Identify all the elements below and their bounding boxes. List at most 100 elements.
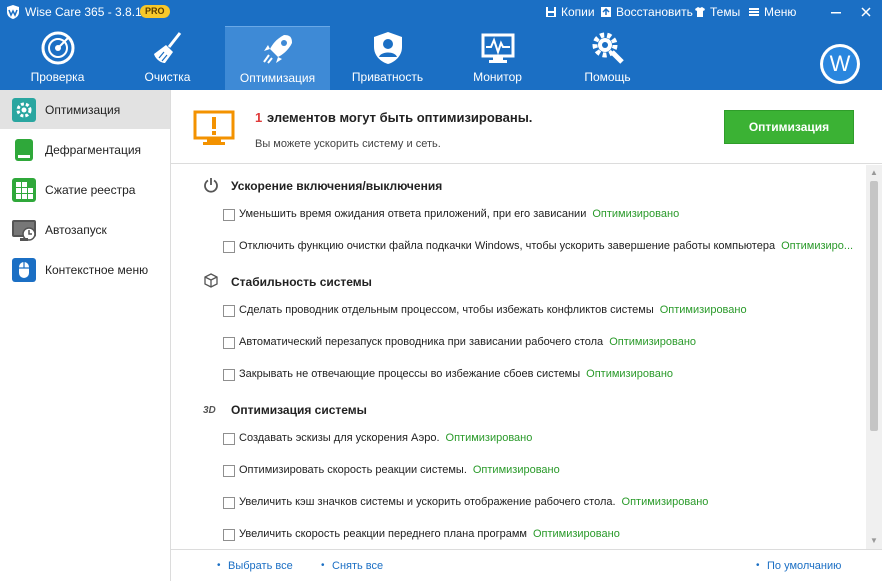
- item-status: Оптимизировано: [472, 464, 560, 476]
- top-bar: Wise Care 365 - 3.8.1 PRO Копии Восстано…: [0, 0, 882, 90]
- 3d-icon: 3D: [203, 405, 216, 416]
- optimization-list: Ускорение включения/выключения Уменьшить…: [171, 165, 866, 549]
- nav-tab-privacy[interactable]: Приватность: [335, 26, 440, 90]
- item-text: Уменьшить время ожидания ответа приложен…: [239, 208, 587, 220]
- section-title: Оптимизация системы: [231, 403, 367, 417]
- section-title: Стабильность системы: [231, 275, 372, 289]
- pro-badge: PRO: [140, 5, 170, 18]
- minimize-icon[interactable]: [828, 4, 844, 20]
- sidebar-item-label: Автозапуск: [45, 223, 107, 237]
- shield-user-icon: [374, 32, 402, 64]
- nav-label: Проверка: [30, 70, 85, 84]
- nav-tab-clean[interactable]: Очистка: [115, 26, 220, 90]
- sidebar-item-startup[interactable]: Автозапуск: [0, 210, 170, 249]
- summary-header: 1 элементов могут быть оптимизированы. В…: [171, 90, 882, 164]
- item-text: Отключить функцию очистки файла подкачки…: [239, 240, 776, 252]
- sidebar-item-context-menu[interactable]: Контекстное меню: [0, 250, 170, 289]
- item-status: Оптимизировано: [609, 336, 697, 348]
- sidebar-item-label: Сжатие реестра: [45, 183, 136, 197]
- issue-count: 1: [255, 110, 263, 125]
- main-nav: Проверка Очистка Оптимизация Приватность…: [0, 26, 882, 90]
- item-text: Закрывать не отвечающие процессы во избе…: [239, 368, 581, 380]
- themes-button[interactable]: Темы: [694, 5, 740, 19]
- item-checkbox[interactable]: [223, 337, 235, 349]
- avatar-letter: W: [823, 47, 857, 81]
- item-checkbox[interactable]: [223, 529, 235, 541]
- select-all-link[interactable]: Выбрать все: [228, 560, 293, 572]
- power-icon: [204, 178, 218, 193]
- app-logo-icon: [7, 5, 19, 19]
- item-status: Оптимизировано: [592, 208, 680, 220]
- sidebar-item-defrag[interactable]: Дефрагментация: [0, 130, 170, 169]
- sidebar-item-label: Контекстное меню: [45, 263, 149, 277]
- item-text: Увеличить скорость реакции переднего пла…: [239, 528, 527, 540]
- item-text: Увеличить кэш значков системы и ускорить…: [239, 496, 616, 508]
- item-checkbox[interactable]: [223, 497, 235, 509]
- sidebar-item-label: Оптимизация: [45, 103, 121, 117]
- sidebar-item-registry[interactable]: Сжатие реестра: [0, 170, 170, 209]
- summary-subtitle: Вы можете ускорить систему и сеть.: [255, 138, 441, 150]
- bullet-icon: •: [321, 560, 325, 571]
- registry-icon: [12, 178, 36, 202]
- broom-icon: [154, 32, 182, 63]
- nav-label: Оптимизация: [239, 71, 316, 85]
- restore-button[interactable]: Восстановить: [600, 5, 693, 19]
- item-text: Автоматический перезапуск проводника при…: [239, 336, 604, 348]
- nav-label: Очистка: [144, 70, 191, 84]
- mouse-icon: [12, 258, 36, 282]
- svg-text:3D: 3D: [203, 405, 216, 416]
- nav-tab-optimize[interactable]: Оптимизация: [225, 26, 330, 90]
- summary-title: элементов могут быть оптимизированы.: [267, 110, 533, 125]
- nav-label: Монитор: [473, 70, 522, 84]
- backup-button[interactable]: Копии: [545, 5, 595, 19]
- nav-label: Помощь: [584, 70, 631, 84]
- item-checkbox[interactable]: [223, 241, 235, 253]
- menu-button[interactable]: Меню: [748, 5, 796, 19]
- item-checkbox[interactable]: [223, 465, 235, 477]
- gear-wrench-icon: [592, 32, 624, 64]
- scroll-up-icon[interactable]: ▲: [866, 165, 882, 181]
- themes-label: Темы: [710, 5, 741, 19]
- shirt-icon: [695, 7, 705, 17]
- app-title: Wise Care 365 - 3.8.1: [25, 5, 142, 19]
- scrollbar-thumb[interactable]: [870, 181, 878, 431]
- warning-monitor-icon: [193, 110, 235, 145]
- save-icon: [546, 7, 556, 17]
- footer-bar: • Выбрать все • Снять все • По умолчанию: [171, 549, 882, 581]
- sidebar: Оптимизация Дефрагментация Сжатие реестр…: [0, 90, 171, 581]
- item-status: Оптимизировано: [621, 496, 709, 508]
- scroll-down-icon[interactable]: ▼: [866, 533, 882, 549]
- title-bar: Wise Care 365 - 3.8.1 PRO Копии Восстано…: [0, 0, 882, 24]
- nav-tab-check[interactable]: Проверка: [5, 26, 110, 90]
- backup-label: Копии: [561, 5, 595, 19]
- item-status: Оптимизировано: [532, 528, 620, 540]
- menu-icon: [749, 8, 759, 16]
- bullet-icon: •: [756, 560, 760, 571]
- bullet-icon: •: [217, 560, 221, 571]
- avatar[interactable]: W: [820, 44, 860, 84]
- item-status: Оптимизировано: [586, 368, 674, 380]
- scrollbar[interactable]: ▲ ▼: [866, 165, 882, 549]
- item-status: Оптимизиро...: [781, 240, 854, 252]
- item-text: Создавать эскизы для ускорения Аэро.: [239, 432, 440, 444]
- menu-label: Меню: [764, 5, 797, 19]
- item-checkbox[interactable]: [223, 305, 235, 317]
- deselect-all-link[interactable]: Снять все: [332, 560, 383, 572]
- item-checkbox[interactable]: [223, 209, 235, 221]
- item-text: Сделать проводник отдельным процессом, ч…: [239, 304, 654, 316]
- nav-tab-help[interactable]: Помощь: [555, 26, 660, 90]
- default-link[interactable]: По умолчанию: [767, 560, 841, 572]
- optimize-button[interactable]: Оптимизация: [724, 110, 854, 144]
- close-icon[interactable]: [858, 4, 874, 20]
- item-checkbox[interactable]: [223, 369, 235, 381]
- rocket-icon: [263, 35, 292, 64]
- startup-icon: [12, 220, 36, 241]
- restore-icon: [601, 7, 611, 17]
- nav-tab-monitor[interactable]: Монитор: [445, 26, 550, 90]
- item-status: Оптимизировано: [445, 432, 533, 444]
- item-checkbox[interactable]: [223, 433, 235, 445]
- sidebar-item-optimize[interactable]: Оптимизация: [0, 90, 170, 129]
- nav-label: Приватность: [351, 70, 424, 84]
- main-panel: 1 элементов могут быть оптимизированы. В…: [171, 90, 882, 581]
- monitor-icon: [481, 33, 515, 63]
